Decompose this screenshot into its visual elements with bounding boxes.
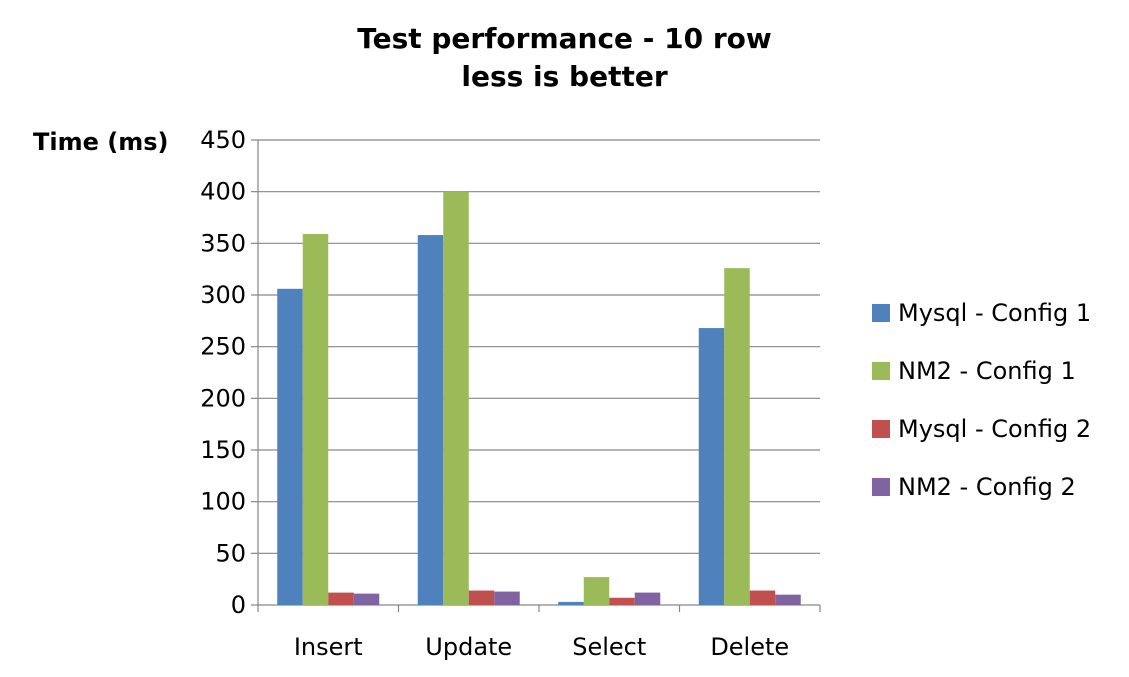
y-tick-label: 250 <box>200 333 246 361</box>
y-tick-label: 150 <box>200 436 246 464</box>
y-tick-label: 100 <box>200 488 246 516</box>
bar <box>443 191 469 605</box>
bar <box>494 591 520 605</box>
x-category-label: Insert <box>294 633 363 661</box>
bar <box>558 601 584 605</box>
y-tick-label: 300 <box>200 281 246 309</box>
legend-label: NM2 - Config 1 <box>898 357 1076 385</box>
bar <box>417 235 444 606</box>
bar <box>749 590 776 605</box>
bar <box>328 592 354 605</box>
x-category-label: Select <box>572 633 646 661</box>
bar <box>468 590 495 605</box>
bar <box>302 234 329 606</box>
x-category-label: Update <box>425 633 512 661</box>
y-tick-label: 350 <box>200 229 246 257</box>
bar <box>609 597 635 605</box>
legend-swatch <box>872 478 890 496</box>
legend: Mysql - Config 1 NM2 - Config 1 Mysql - … <box>872 284 1091 516</box>
legend-swatch <box>872 362 890 380</box>
legend-item-nm2-config-1: NM2 - Config 1 <box>872 342 1091 400</box>
legend-swatch <box>872 420 890 438</box>
legend-item-mysql-config-2: Mysql - Config 2 <box>872 400 1091 458</box>
legend-swatch <box>872 304 890 322</box>
x-category-label: Delete <box>710 633 789 661</box>
bar <box>724 268 750 605</box>
legend-label: NM2 - Config 2 <box>898 473 1076 501</box>
legend-label: Mysql - Config 1 <box>898 299 1092 327</box>
legend-item-nm2-config-2: NM2 - Config 2 <box>872 458 1091 516</box>
y-tick-label: 200 <box>200 384 246 412</box>
bar <box>353 593 380 605</box>
y-tick-label: 450 <box>200 126 246 154</box>
y-tick-label: 0 <box>231 591 246 619</box>
y-tick-label: 400 <box>200 178 246 206</box>
legend-item-mysql-config-1: Mysql - Config 1 <box>872 284 1091 342</box>
bar <box>698 328 725 605</box>
bar <box>775 594 801 605</box>
bar <box>583 577 610 605</box>
legend-label: Mysql - Config 2 <box>898 415 1092 443</box>
bar <box>634 592 661 605</box>
bar <box>277 288 303 605</box>
y-tick-label: 50 <box>215 539 246 567</box>
